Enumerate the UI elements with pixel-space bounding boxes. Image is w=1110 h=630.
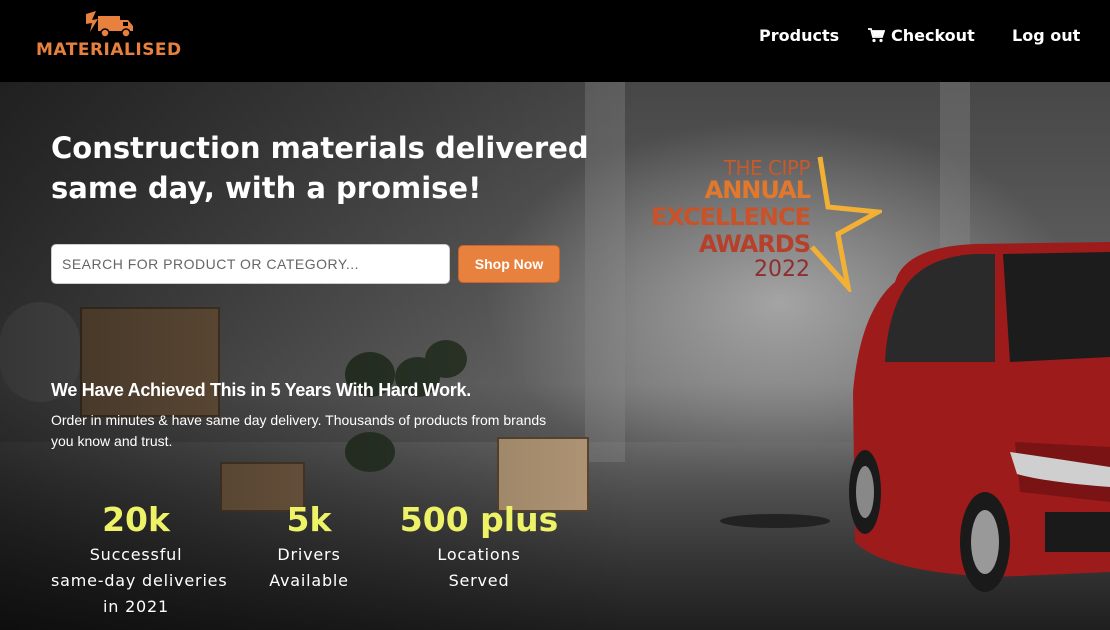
navbar: MATERIALISED Products Checkout Log out	[0, 0, 1110, 82]
achievement-title: We Have Achieved This in 5 Years With Ha…	[51, 380, 471, 400]
hero-section: THE CIPP ANNUAL EXCELLENCE AWARDS 2022 C…	[0, 82, 1110, 630]
nav-products-link[interactable]: Products	[759, 26, 839, 45]
brand-logo[interactable]: MATERIALISED	[36, 8, 186, 64]
star-icon	[810, 156, 882, 292]
stat-value: 20k	[102, 500, 170, 539]
product-search-input[interactable]	[51, 244, 450, 284]
stat-locations: 500 plus Locations Served	[396, 498, 562, 594]
stat-label-line: Locations	[437, 545, 521, 564]
hero-headline: Construction materials delivered same da…	[51, 131, 589, 205]
stat-drivers: 5k Drivers Available	[259, 498, 359, 594]
stat-value: 5k	[286, 500, 332, 539]
stat-label-line: Drivers	[277, 545, 341, 564]
stat-label-line: Served	[448, 571, 510, 590]
stat-label-line: Available	[269, 571, 349, 590]
stat-label-line: Successful	[89, 545, 183, 564]
nav-logout-link[interactable]: Log out	[1012, 26, 1080, 45]
delivery-truck-icon	[86, 11, 133, 38]
manhole-image	[720, 514, 830, 528]
stat-value: 500 plus	[399, 500, 559, 539]
shop-now-button[interactable]: Shop Now	[458, 245, 560, 283]
nav-checkout-link[interactable]: Checkout	[868, 26, 975, 45]
achievement-description: Order in minutes & have same day deliver…	[51, 412, 547, 449]
stat-label-line: in 2021	[103, 597, 169, 616]
award-badge: THE CIPP ANNUAL EXCELLENCE AWARDS 2022	[640, 150, 882, 292]
red-van-image	[849, 242, 1110, 592]
nav-checkout-label: Checkout	[891, 26, 975, 45]
stat-label-line: same-day deliveries	[51, 571, 228, 590]
nav-products-label: Products	[759, 26, 840, 45]
stat-deliveries: 20k Successful same-day deliveries in 20…	[51, 498, 228, 620]
cart-icon	[868, 28, 885, 43]
award-line-4: AWARDS	[698, 230, 811, 258]
award-line-5: 2022	[754, 257, 810, 282]
award-line-3: EXCELLENCE	[650, 203, 811, 231]
award-line-2: ANNUAL	[704, 176, 811, 204]
brand-name: MATERIALISED	[36, 40, 182, 60]
nav-logout-label: Log out	[1012, 26, 1081, 45]
